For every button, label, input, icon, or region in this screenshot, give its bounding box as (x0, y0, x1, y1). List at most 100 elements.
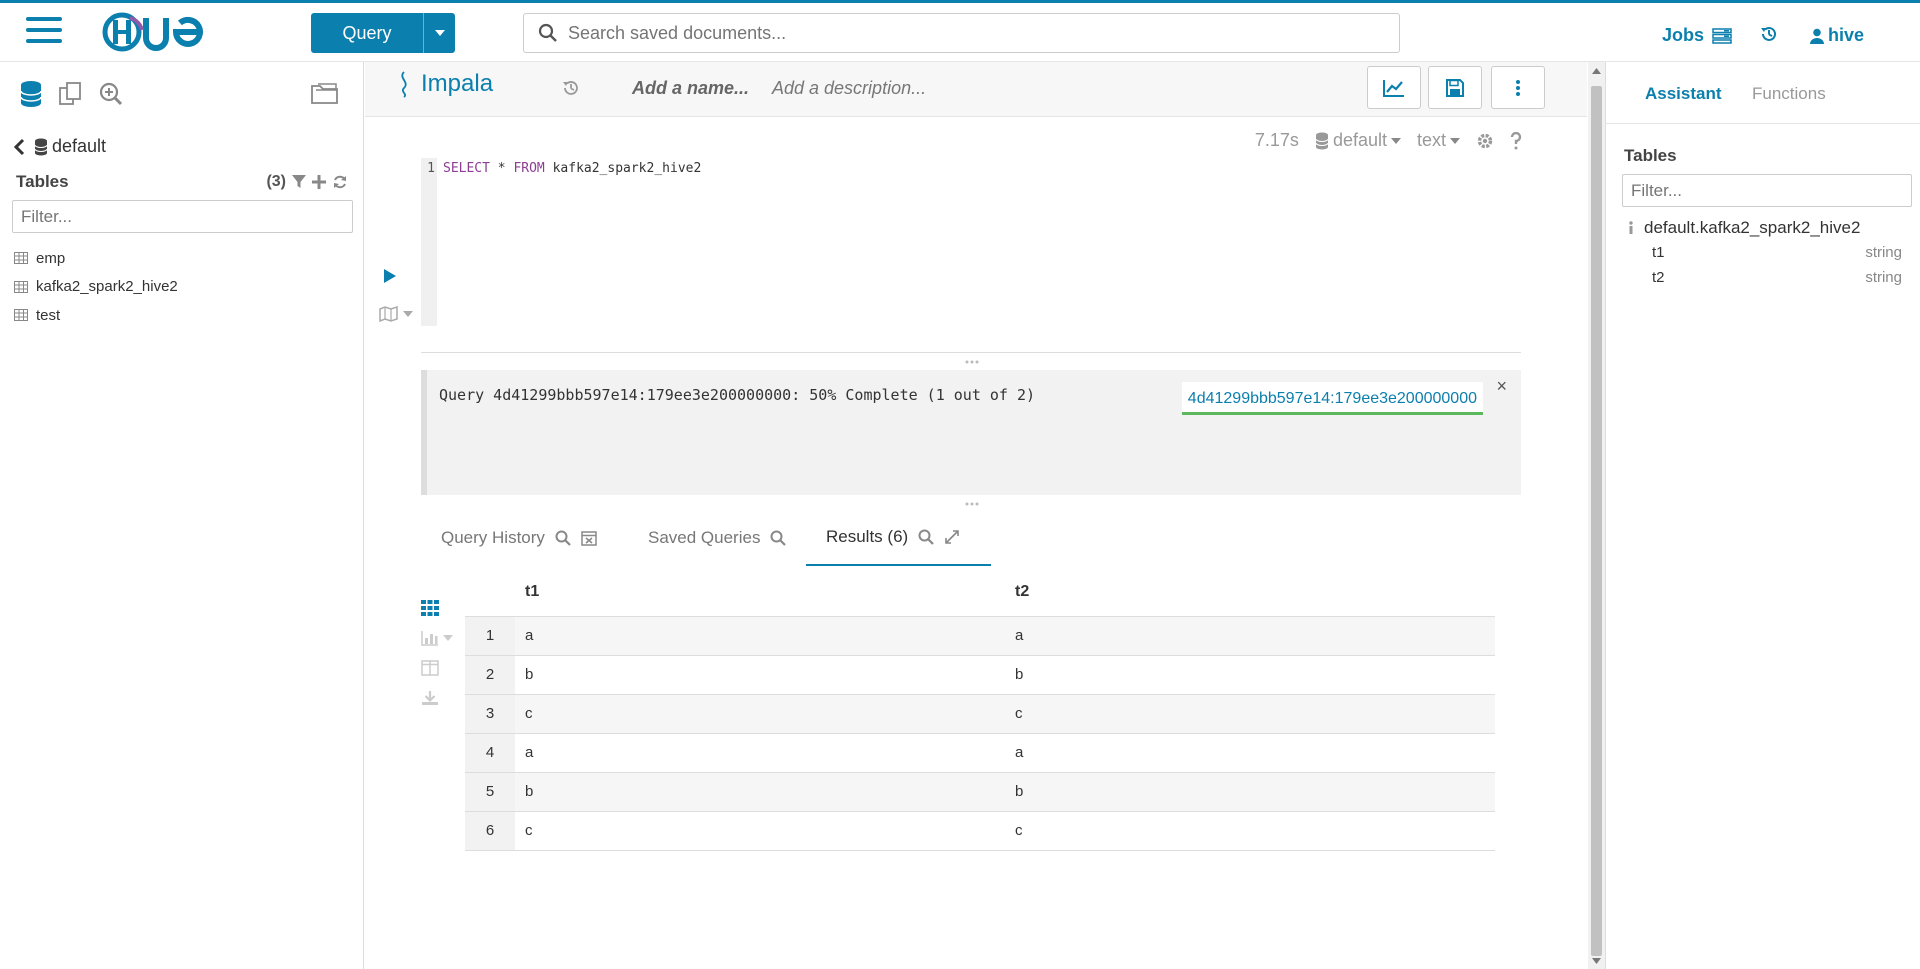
results-toolbar (421, 600, 453, 706)
tables-filter-input[interactable] (12, 200, 353, 233)
chart-type-selector[interactable] (421, 630, 453, 646)
execution-time: 7.17s (1254, 130, 1299, 150)
results-table: t1 t2 1 a a 2 b b 3 c c 4 a a 5 b b 6 c … (465, 568, 1495, 851)
row-number-header (465, 568, 515, 617)
line-chart-icon (1383, 79, 1404, 97)
row-number: 6 (465, 811, 515, 851)
editor-scrollbar[interactable] (1588, 62, 1605, 969)
code-line[interactable]: SELECT * FROM kafka2_spark2_hive2 (443, 161, 701, 176)
engine-name: Impala (421, 70, 494, 97)
search-icon[interactable] (770, 530, 787, 546)
chevron-down-icon (434, 30, 445, 36)
more-options-button[interactable] (1491, 66, 1545, 109)
database-selector[interactable]: default (1315, 130, 1401, 151)
assistant-column-t2[interactable]: t2 string (1652, 269, 1902, 286)
more-vertical-icon (1516, 79, 1520, 96)
assistant-column-t1[interactable]: t1 string (1652, 244, 1902, 261)
jobs-label: Jobs (1662, 25, 1705, 45)
table-icon (14, 280, 28, 293)
query-history-icon[interactable] (562, 79, 580, 97)
tab-label: Saved Queries (648, 528, 761, 547)
refresh-icon[interactable] (332, 174, 348, 190)
assistant-table-name: default.kafka2_spark2_hive2 (1644, 218, 1861, 237)
hamburger-menu-icon[interactable] (26, 17, 62, 47)
gear-icon[interactable] (1476, 132, 1494, 150)
tab-assistant[interactable]: Assistant (1645, 84, 1722, 104)
search-input[interactable] (568, 22, 1368, 44)
tab-query-history[interactable]: Query History (441, 510, 597, 566)
table-item-test[interactable]: test (14, 301, 178, 330)
hue-logo[interactable] (102, 12, 226, 52)
status-message: Query 4d41299bbb597e14:179ee3e200000000:… (439, 386, 1036, 404)
snippet-options-button[interactable] (379, 306, 413, 322)
calendar-clear-icon[interactable] (581, 530, 597, 546)
tab-functions[interactable]: Functions (1752, 84, 1826, 104)
save-button[interactable] (1428, 66, 1482, 109)
scroll-up-icon[interactable] (1592, 68, 1601, 74)
table-icon (14, 309, 28, 322)
save-icon (1446, 78, 1464, 97)
column-header[interactable]: t2 (1005, 568, 1495, 617)
sql-token: * (489, 161, 514, 176)
table-item-kafka2-spark2-hive2[interactable]: kafka2_spark2_hive2 (14, 273, 178, 302)
table-row[interactable]: 4 a a (465, 733, 1495, 773)
engine-selector[interactable]: Impala (397, 70, 493, 98)
left-assist-panel: default Tables (3) emp kafka2_spark2_hiv… (0, 62, 364, 969)
search-browser-icon[interactable] (98, 80, 124, 108)
line-number: 1 (427, 161, 435, 176)
chevron-left-icon[interactable] (12, 138, 26, 156)
scroll-down-icon[interactable] (1592, 958, 1601, 964)
help-icon[interactable] (1510, 131, 1522, 150)
query-dropdown-toggle[interactable] (423, 13, 455, 53)
history-button[interactable] (1760, 25, 1778, 43)
grid-icon[interactable] (421, 600, 439, 616)
columns-icon[interactable] (421, 660, 439, 676)
table-item-emp[interactable]: emp (14, 244, 178, 273)
column-header[interactable]: t1 (515, 568, 1005, 617)
database-icon[interactable] (18, 80, 44, 108)
table-name: emp (36, 249, 66, 267)
jobs-button[interactable]: Jobs (1662, 25, 1732, 46)
table-row[interactable]: 2 b b (465, 655, 1495, 695)
format-selector[interactable]: text (1417, 130, 1460, 151)
search-icon[interactable] (918, 529, 934, 545)
tab-label: Results (6) (826, 527, 909, 546)
job-link[interactable]: 4d41299bbb597e14:179ee3e200000000 (1181, 382, 1483, 415)
search-icon (538, 23, 557, 42)
expand-icon[interactable] (944, 529, 960, 545)
search-icon[interactable] (555, 530, 571, 546)
database-icon (1315, 132, 1329, 149)
query-description-field[interactable]: Add a description... (772, 78, 926, 99)
table-row[interactable]: 1 a a (465, 616, 1495, 656)
folder-open-icon[interactable] (310, 80, 340, 106)
user-menu[interactable]: hive (1810, 25, 1864, 46)
documents-icon[interactable] (58, 80, 84, 108)
query-name-field[interactable]: Add a name... (632, 78, 749, 99)
chevron-down-icon (1390, 137, 1401, 144)
tab-results[interactable]: Results (6) (806, 510, 991, 566)
sql-editor[interactable]: 1 SELECT * FROM kafka2_spark2_hive2 (421, 158, 1521, 326)
plus-icon[interactable] (312, 175, 326, 189)
run-query-button[interactable] (383, 268, 397, 284)
search-documents-box[interactable] (523, 13, 1400, 53)
close-icon[interactable]: × (1496, 376, 1507, 397)
tab-saved-queries[interactable]: Saved Queries (648, 510, 787, 566)
download-icon[interactable] (421, 690, 439, 706)
assistant-table-entry[interactable]: default.kafka2_spark2_hive2 (1628, 218, 1860, 238)
table-row[interactable]: 5 b b (465, 772, 1495, 812)
resize-handle-icon[interactable] (965, 502, 979, 506)
column-type: string (1865, 269, 1902, 286)
table-row[interactable]: 3 c c (465, 694, 1495, 734)
scrollbar-thumb[interactable] (1591, 86, 1602, 956)
results-tabs: Query History Saved Queries Results (6) (421, 510, 1321, 566)
filter-icon[interactable] (292, 175, 306, 189)
query-button[interactable]: Query (311, 13, 455, 53)
info-icon[interactable] (1628, 221, 1634, 235)
resize-handle-icon[interactable] (965, 360, 979, 364)
map-icon (379, 306, 398, 322)
table-row[interactable]: 6 c c (465, 811, 1495, 851)
chart-button[interactable] (1367, 66, 1421, 109)
database-breadcrumb[interactable]: default (12, 136, 106, 157)
selected-database: default (1332, 130, 1387, 150)
assistant-filter-input[interactable] (1622, 174, 1912, 207)
